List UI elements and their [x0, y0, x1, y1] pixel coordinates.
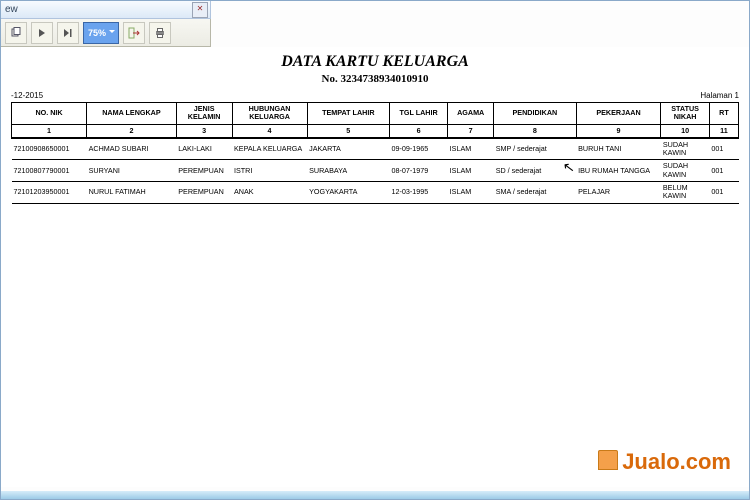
header-row: NO. NIK NAMA LENGKAP JENIS KELAMIN HUBUN…	[12, 103, 739, 125]
close-icon[interactable]: ✕	[192, 2, 208, 18]
cell-nik: 72100807790001	[12, 160, 87, 182]
col-tempat: TEMPAT LAHIR	[307, 103, 389, 125]
cell-agama: ISLAM	[448, 160, 494, 182]
nav-last-button[interactable]	[57, 22, 79, 44]
col-nama: NAMA LENGKAP	[87, 103, 177, 125]
cell-nikah: SUDAH KAWIN	[661, 160, 709, 182]
cell-kerja: BURUH TANI	[576, 138, 661, 160]
cell-tgl: 09-09-1965	[390, 138, 448, 160]
index-row: 1 2 3 4 5 6 7 8 9 10 11	[12, 124, 739, 138]
cell-hub: ANAK	[232, 181, 307, 203]
triangle-right-icon	[37, 28, 47, 38]
document-subtitle: No. 3234738934010910	[11, 73, 739, 85]
table-row: 72100807790001SURYANIPEREMPUANISTRISURAB…	[12, 160, 739, 182]
cell-nik: 72100908650001	[12, 138, 87, 160]
cell-kerja: IBU RUMAH TANGGA	[576, 160, 661, 182]
cell-nama: SURYANI	[87, 160, 177, 182]
table-row: 72100908650001ACHMAD SUBARILAKI-LAKIKEPA…	[12, 138, 739, 160]
copy-icon	[10, 27, 22, 39]
cell-hub: KEPALA KELUARGA	[232, 138, 307, 160]
cell-nama: ACHMAD SUBARI	[87, 138, 177, 160]
printer-icon	[154, 27, 166, 39]
idx-6: 6	[390, 124, 448, 138]
col-agama: AGAMA	[448, 103, 494, 125]
cell-nama: NURUL FATIMAH	[87, 181, 177, 203]
cell-nik: 72101203950001	[12, 181, 87, 203]
idx-4: 4	[232, 124, 307, 138]
subtitle-prefix: No.	[322, 73, 338, 85]
cell-tgl: 12-03-1995	[390, 181, 448, 203]
cell-rt: 001	[709, 160, 738, 182]
cell-hub: ISTRI	[232, 160, 307, 182]
kk-number: 3234738934010910	[340, 73, 428, 85]
bottom-bar	[1, 491, 749, 499]
exit-icon	[128, 27, 140, 39]
window-title: ew	[5, 4, 18, 15]
cell-tempat: JAKARTA	[307, 138, 389, 160]
cell-jk: PEREMPUAN	[176, 160, 232, 182]
preview-window: ew ✕ 75% DATA KARTU KELUARGA No. 3234738	[0, 0, 750, 500]
cell-tgl: 08-07-1979	[390, 160, 448, 182]
idx-1: 1	[12, 124, 87, 138]
col-kerja: PEKERJAAN	[576, 103, 661, 125]
document-title: DATA KARTU KELUARGA	[11, 53, 739, 71]
idx-8: 8	[494, 124, 576, 138]
zoom-dropdown[interactable]: 75%	[83, 22, 119, 44]
window-titlebar: ew ✕	[1, 1, 211, 19]
idx-5: 5	[307, 124, 389, 138]
cell-pend: SMA / sederajat	[494, 181, 576, 203]
print-preview-page[interactable]: DATA KARTU KELUARGA No. 3234738934010910…	[1, 47, 749, 487]
col-pend: PENDIDIKAN	[494, 103, 576, 125]
cell-nikah: SUDAH KAWIN	[661, 138, 709, 160]
document-date: -12-2015	[11, 91, 43, 100]
cell-rt: 001	[709, 181, 738, 203]
cell-rt: 001	[709, 138, 738, 160]
cell-jk: PEREMPUAN	[176, 181, 232, 203]
cell-jk: LAKI-LAKI	[176, 138, 232, 160]
exit-button[interactable]	[123, 22, 145, 44]
idx-10: 10	[661, 124, 709, 138]
cell-nikah: BELUM KAWIN	[661, 181, 709, 203]
col-hub: HUBUNGAN KELUARGA	[232, 103, 307, 125]
toolbar: 75%	[1, 19, 211, 47]
table-row: 72101203950001NURUL FATIMAHPEREMPUANANAK…	[12, 181, 739, 203]
family-data-table: NO. NIK NAMA LENGKAP JENIS KELAMIN HUBUN…	[11, 102, 739, 204]
print-button[interactable]	[149, 22, 171, 44]
idx-11: 11	[709, 124, 738, 138]
col-tgl: TGL LAHIR	[390, 103, 448, 125]
copy-button[interactable]	[5, 22, 27, 44]
cell-pend: SMP / sederajat	[494, 138, 576, 160]
cell-pend: SD / sederajat	[494, 160, 576, 182]
triangle-right-bar-icon	[63, 28, 73, 38]
cell-tempat: YOGYAKARTA	[307, 181, 389, 203]
col-nikah: STATUS NIKAH	[661, 103, 709, 125]
cell-agama: ISLAM	[448, 138, 494, 160]
idx-9: 9	[576, 124, 661, 138]
cell-tempat: SURABAYA	[307, 160, 389, 182]
nav-next-button[interactable]	[31, 22, 53, 44]
idx-7: 7	[448, 124, 494, 138]
idx-2: 2	[87, 124, 177, 138]
col-rt: RT	[709, 103, 738, 125]
cell-kerja: PELAJAR	[576, 181, 661, 203]
idx-3: 3	[176, 124, 232, 138]
cell-agama: ISLAM	[448, 181, 494, 203]
col-nik: NO. NIK	[12, 103, 87, 125]
zoom-value: 75%	[88, 28, 106, 38]
page-label: Halaman 1	[700, 91, 739, 100]
col-jk: JENIS KELAMIN	[176, 103, 232, 125]
